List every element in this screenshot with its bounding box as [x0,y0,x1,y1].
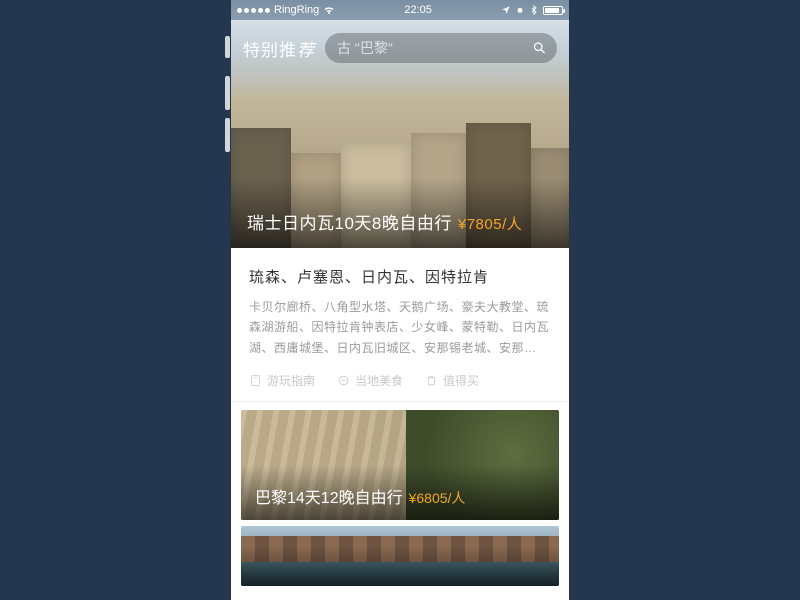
page-title: 特别推荐 [243,36,315,61]
hero-title-text: 瑞士日内瓦10天8晚自由行 [247,209,452,234]
signal-strength-icon [237,8,270,13]
status-right-icons [501,5,563,15]
search-icon[interactable] [532,41,547,56]
card2-title: 巴黎14天12晚自由行 [255,484,403,508]
status-time: 22:05 [335,4,501,16]
desc-body: 卡贝尔廊桥、八角型水塔、天鹅广场、豪夫大教堂、琉森湖游船、因特拉肯钟表店、少女峰… [249,297,551,358]
bluetooth-icon [529,5,539,15]
carrier-label: RingRing [274,4,319,16]
tag-food[interactable]: 当地美食 [337,372,403,389]
battery-icon [543,6,563,15]
alarm-icon [515,5,525,15]
tag-shopping[interactable]: 值得买 [425,372,479,389]
status-bar: RingRing 22:05 [231,0,569,20]
search-input[interactable]: 古 "巴黎" [325,33,557,63]
location-icon [501,5,511,15]
search-placeholder: 古 "巴黎" [337,38,393,58]
phone-screen: RingRing 22:05 特别推荐 古 "巴黎" [231,0,569,600]
hero-card[interactable]: 特别推荐 古 "巴黎" 瑞士日内瓦10天8晚自由行 ¥7805/人 [231,0,569,248]
hero-description: 琉森、卢塞恩、日内瓦、因特拉肯 卡贝尔廊桥、八角型水塔、天鹅广场、豪夫大教堂、琉… [231,248,569,402]
wifi-icon [323,4,335,16]
trip-card-europe[interactable] [241,526,559,586]
card2-price: ¥6805/人 [409,488,466,508]
trip-card-paris[interactable]: 巴黎14天12晚自由行 ¥6805/人 [241,410,559,520]
desc-title: 琉森、卢塞恩、日内瓦、因特拉肯 [249,266,551,287]
tag-guide[interactable]: 游玩指南 [249,372,315,389]
hero-price: ¥7805/人 [458,213,522,234]
